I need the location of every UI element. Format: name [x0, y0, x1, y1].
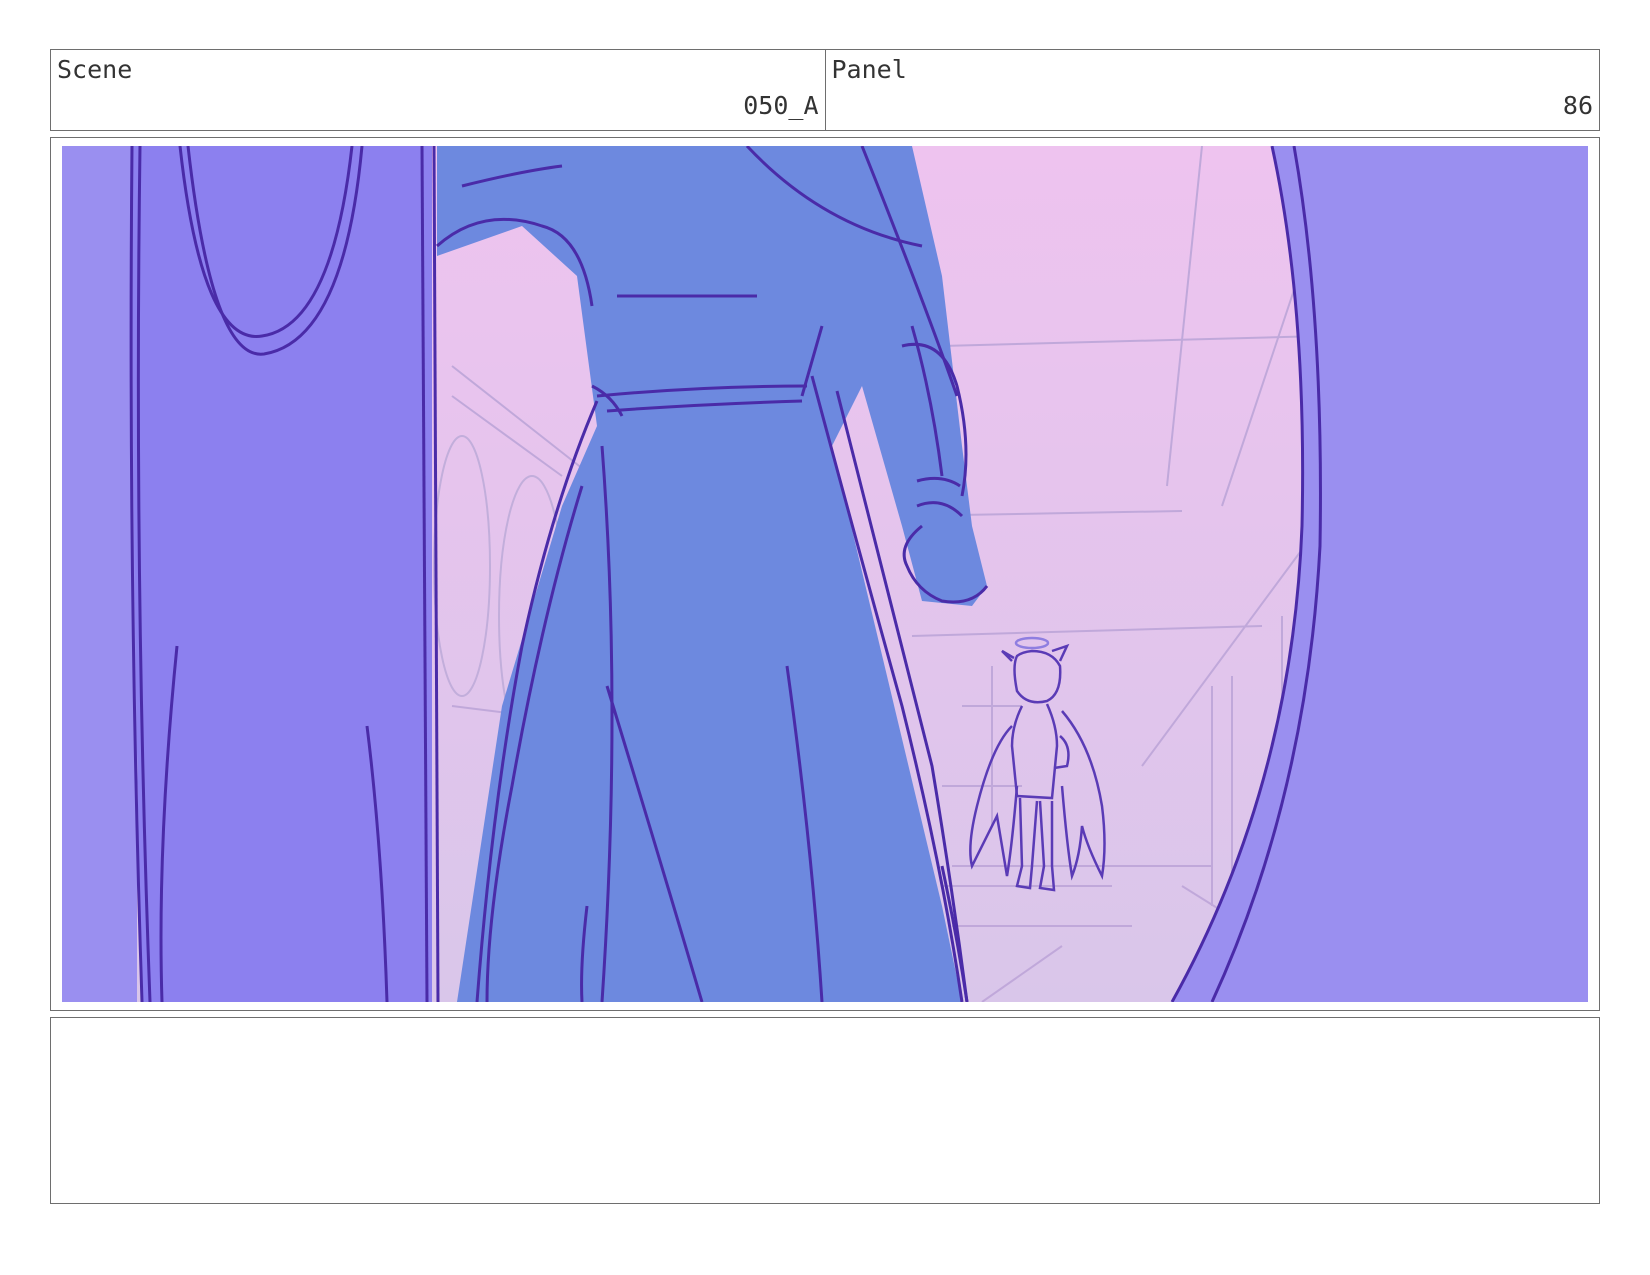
panel-cell: Panel 86 [824, 50, 1600, 130]
left-door [132, 146, 432, 1002]
left-wall [62, 146, 137, 1002]
scene-label: Scene [57, 55, 133, 84]
notes-box [50, 1017, 1600, 1204]
panel-number: 86 [1562, 91, 1593, 120]
storyboard-header: Scene 050_A Panel 86 [50, 49, 1600, 131]
panel-frame [50, 137, 1600, 1011]
scene-cell: Scene 050_A [51, 50, 825, 130]
storyboard-drawing [62, 146, 1588, 1002]
scene-number: 050_A [743, 91, 819, 120]
panel-label: Panel [831, 55, 907, 84]
